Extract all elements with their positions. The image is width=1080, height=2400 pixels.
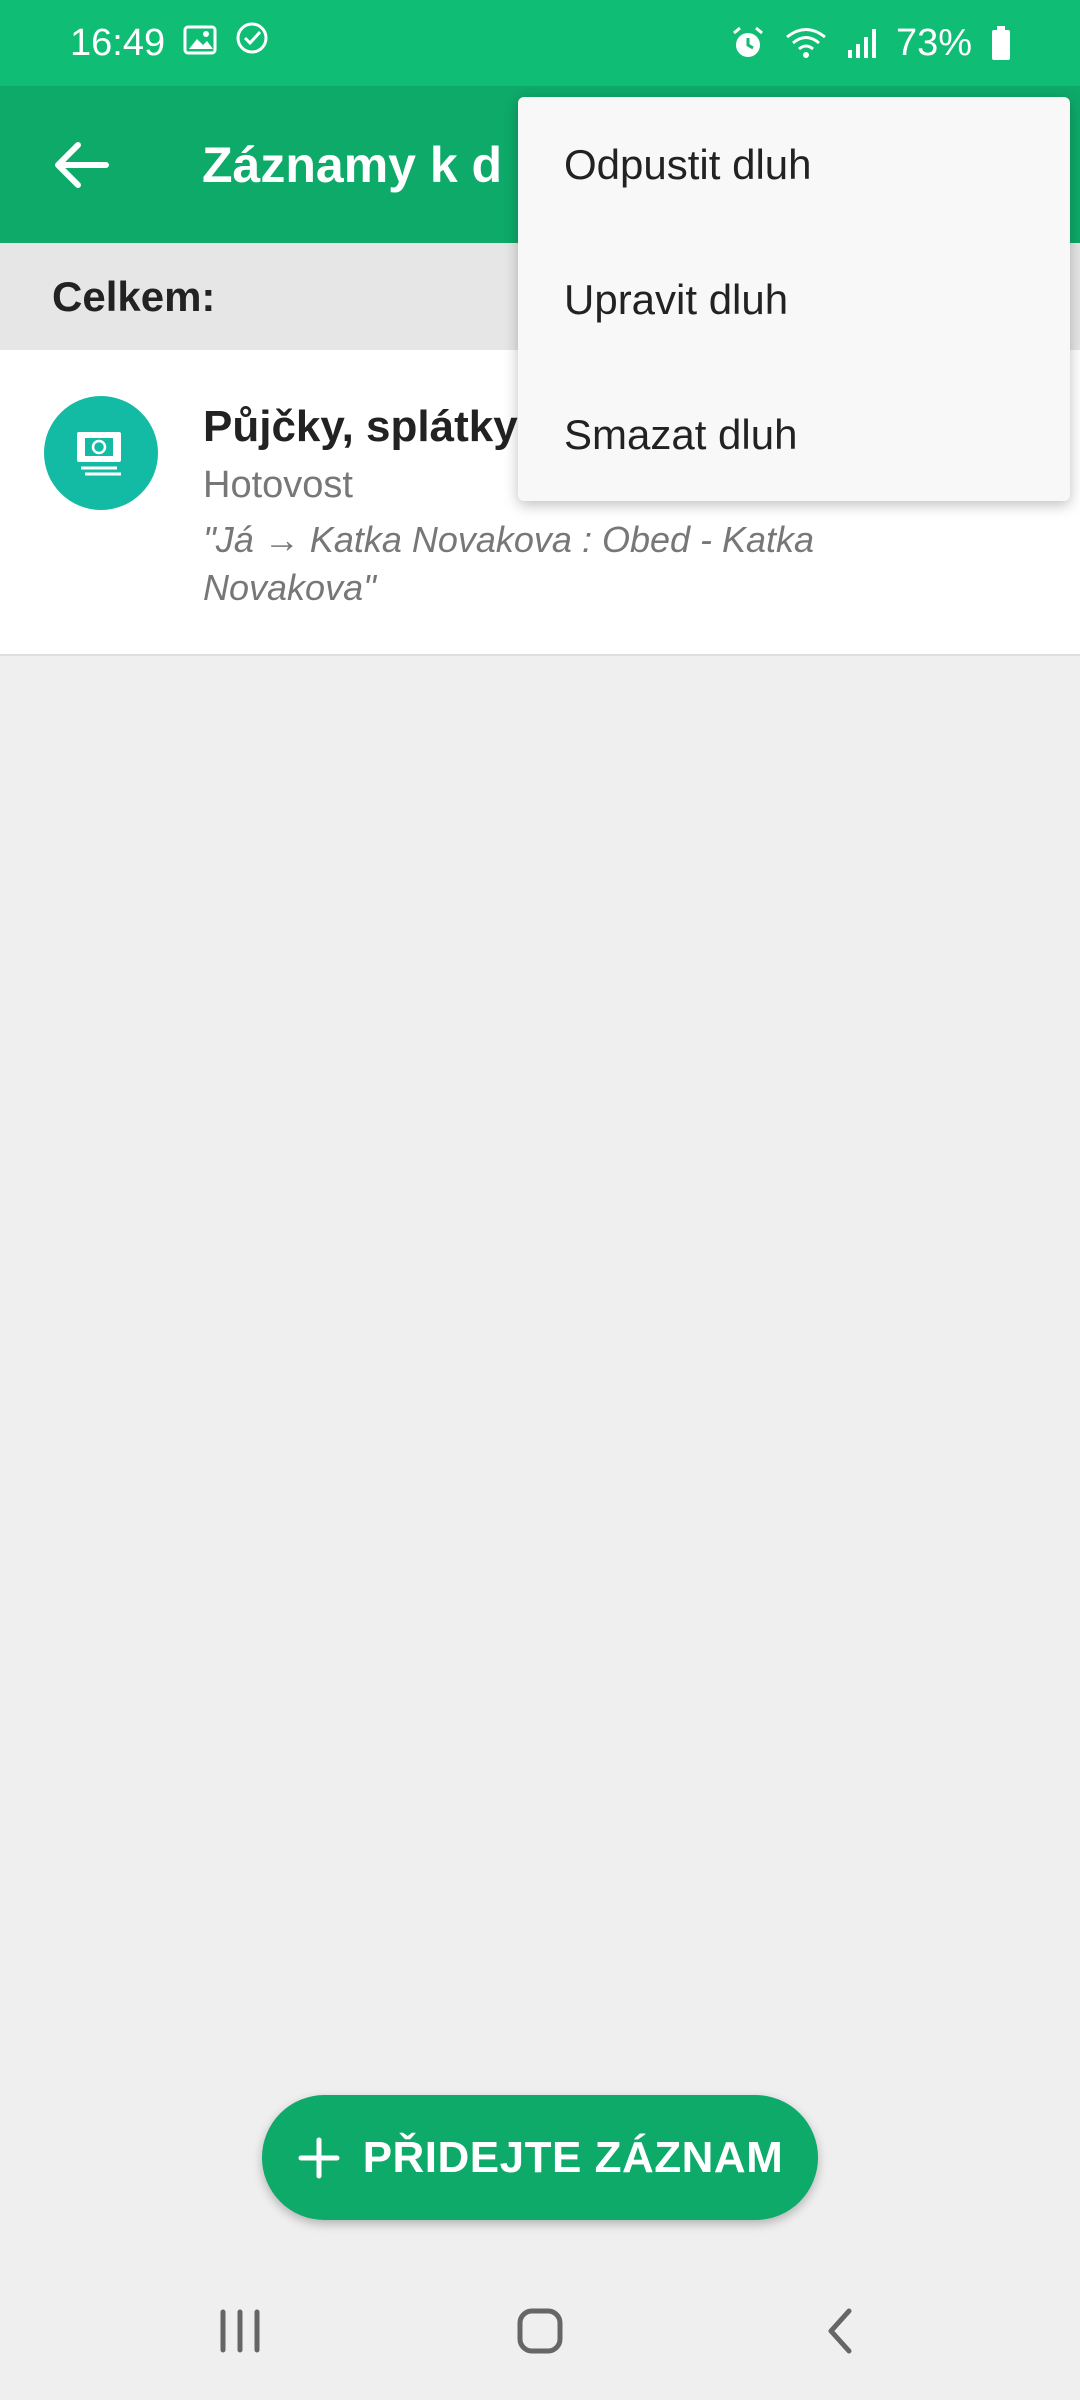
back-icon — [828, 2308, 852, 2354]
recent-apps-icon — [220, 2309, 260, 2353]
gallery-icon — [183, 22, 217, 65]
system-nav-bar — [0, 2262, 1080, 2400]
add-record-button[interactable]: PŘIDEJTE ZÁZNAM — [262, 2095, 818, 2220]
overflow-menu: Odpustit dluh Upravit dluh Smazat dluh — [518, 97, 1070, 501]
add-record-label: PŘIDEJTE ZÁZNAM — [362, 2132, 784, 2182]
back-arrow-button[interactable] — [0, 86, 160, 243]
menu-item-edit-debt[interactable]: Upravit dluh — [518, 232, 1070, 367]
alarm-icon — [730, 25, 766, 61]
menu-item-delete-debt[interactable]: Smazat dluh — [518, 367, 1070, 502]
signal-icon — [846, 26, 878, 60]
item-account: Hotovost — [203, 464, 353, 506]
summary-label: Celkem: — [52, 272, 216, 320]
status-bar: 16:49 73% — [0, 0, 1080, 86]
nav-back-button[interactable] — [780, 2281, 900, 2381]
home-icon — [517, 2308, 563, 2354]
menu-item-forgive-debt[interactable]: Odpustit dluh — [518, 97, 1070, 232]
item-title: Půjčky, splátky — [203, 402, 518, 451]
home-button[interactable] — [480, 2281, 600, 2381]
battery-text: 73% — [895, 21, 972, 64]
item-avatar — [44, 396, 158, 510]
recent-apps-button[interactable] — [180, 2281, 300, 2381]
plus-icon — [298, 2137, 340, 2178]
page-title: Záznamy k d — [202, 136, 503, 193]
back-arrow-icon — [55, 141, 109, 188]
item-note: "Já → Katka Novakova : Obed - Katka Nova… — [203, 519, 815, 608]
status-time: 16:49 — [70, 21, 166, 64]
battery-icon — [990, 25, 1012, 61]
check-circle-icon — [235, 21, 269, 65]
money-icon — [77, 432, 121, 476]
wifi-icon — [784, 26, 828, 60]
